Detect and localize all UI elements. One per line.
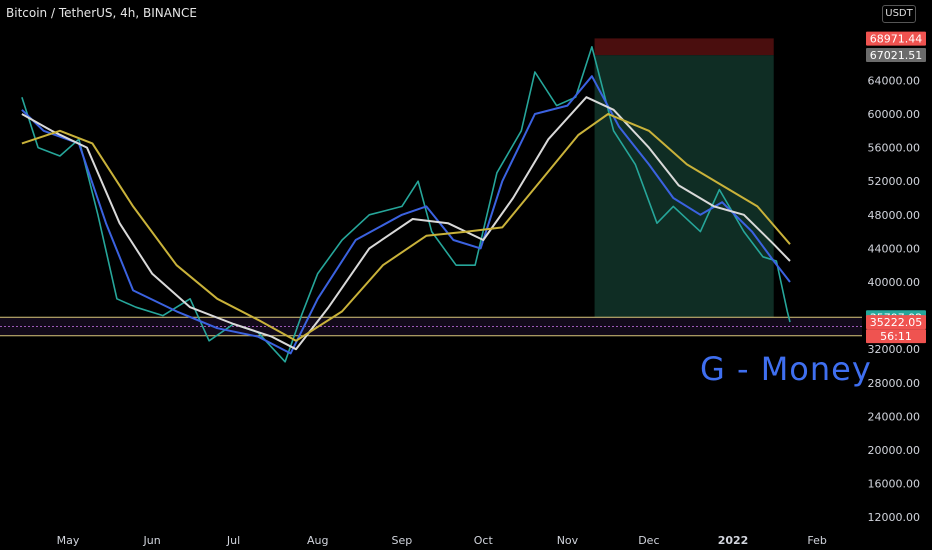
- y-tick-label-6: 40000.00: [868, 276, 921, 289]
- x-tick-label-0: May: [57, 534, 80, 547]
- y-tick-label-9: 24000.00: [868, 410, 921, 423]
- y-tick-label-10: 20000.00: [868, 444, 921, 457]
- author-watermark: G - Money: [700, 350, 872, 388]
- x-tick-label-9: Feb: [807, 534, 826, 547]
- x-tick-label-7: Dec: [638, 534, 659, 547]
- x-tick-label-4: Sep: [391, 534, 412, 547]
- y-tick-label-0: 64000.00: [868, 74, 921, 87]
- x-tick-label-1: Jun: [143, 534, 161, 547]
- target-zone: [594, 55, 774, 318]
- y-tick-label-7: 32000.00: [868, 343, 921, 356]
- x-tick-label-8: 2022: [718, 534, 749, 547]
- y-tick-label-5: 44000.00: [868, 242, 921, 255]
- currency-selector-button[interactable]: USDT: [882, 5, 916, 23]
- price-tag-label-3: 35222.05: [870, 316, 923, 329]
- price-tag-label-1: 67021.51: [870, 49, 923, 62]
- price-tag-label-0: 68971.44: [870, 33, 923, 46]
- x-tick-label-6: Nov: [557, 534, 579, 547]
- y-tick-label-3: 52000.00: [868, 175, 921, 188]
- y-tick-label-2: 56000.00: [868, 142, 921, 155]
- y-tick-label-4: 48000.00: [868, 209, 921, 222]
- x-tick-label-5: Oct: [474, 534, 494, 547]
- y-tick-label-8: 28000.00: [868, 377, 921, 390]
- x-tick-label-3: Aug: [307, 534, 328, 547]
- chart-title: Bitcoin / TetherUS, 4h, BINANCE: [6, 6, 197, 20]
- y-tick-label-1: 60000.00: [868, 108, 921, 121]
- y-tick-label-12: 12000.00: [868, 511, 921, 524]
- x-tick-label-2: Jul: [226, 534, 240, 547]
- stop-zone: [594, 38, 774, 56]
- y-tick-label-11: 16000.00: [868, 478, 921, 491]
- price-chart[interactable]: 64000.00 60000.00 56000.00 52000.00 48000.00…: [0, 0, 932, 550]
- price-tag-label-4: 56:11: [880, 330, 912, 343]
